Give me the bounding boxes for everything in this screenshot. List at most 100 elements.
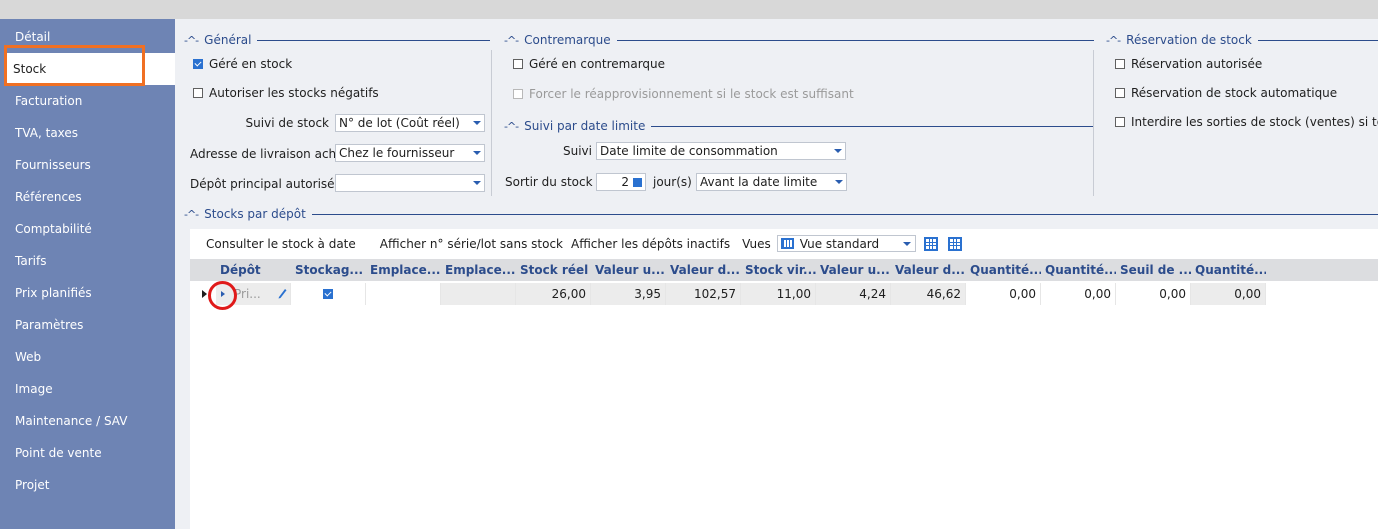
view-settings-icon[interactable] [923, 236, 938, 251]
vues-select[interactable]: Vue standard [776, 235, 916, 252]
gere-en-stock-checkbox[interactable]: Géré en stock [193, 57, 292, 71]
grid-toolbar: Consulter le stock à date Afficher n° sé… [190, 229, 1378, 258]
suivi-stock-label: Suivi de stock [245, 116, 329, 130]
chevron-down-icon [835, 180, 843, 184]
edit-pencil-icon[interactable] [277, 287, 287, 299]
cell-valeur-d-2[interactable]: 46,62 [891, 283, 966, 305]
cell-emplacement-2[interactable] [441, 283, 516, 305]
view-layout-icon[interactable] [947, 236, 962, 251]
sidebar-item-fournisseurs[interactable]: Fournisseurs [0, 149, 175, 181]
cell-seuil[interactable]: 0,00 [1116, 283, 1191, 305]
column-header[interactable]: Emplace... [441, 259, 516, 281]
consulter-stock-button[interactable]: Consulter le stock à date [206, 237, 356, 251]
checkbox-disabled-icon [513, 89, 523, 99]
column-header[interactable]: Stockag... [291, 259, 366, 281]
stocks-grid-panel: Consulter le stock à date Afficher n° sé… [190, 229, 1378, 529]
vues-label: Vues [742, 236, 771, 251]
sidebar: Détail Stock Facturation TVA, taxes Four… [0, 19, 175, 529]
cell-valeur-d-1[interactable]: 102,57 [666, 283, 741, 305]
cell-quantite-2[interactable]: 0,00 [1041, 283, 1116, 305]
collapse-chevron-icon[interactable]: -^- [184, 208, 199, 221]
section-suivi-date-header[interactable]: -^- Suivi par date limite [504, 119, 1094, 133]
sidebar-item-projet[interactable]: Projet [0, 469, 175, 501]
collapse-chevron-icon[interactable]: -^- [1106, 34, 1121, 47]
sidebar-item-image[interactable]: Image [0, 373, 175, 405]
column-header[interactable]: Quantité... [966, 259, 1041, 281]
sidebar-item-maintenance[interactable]: Maintenance / SAV [0, 405, 175, 437]
cell-valeur-u-1[interactable]: 3,95 [591, 283, 666, 305]
column-header[interactable]: Valeur d... [891, 259, 966, 281]
column-header[interactable]: Dépôt [216, 259, 291, 281]
sidebar-item-stock[interactable]: Stock [5, 53, 175, 85]
suivi-stock-select[interactable]: N° de lot (Coût réel) [335, 114, 485, 132]
reservation-autorisee-checkbox[interactable]: Réservation autorisée [1115, 57, 1262, 71]
section-contremarque-header[interactable]: -^- Contremarque [504, 33, 1094, 47]
highlight-circle-annotation [208, 281, 237, 310]
cell-stock-reel[interactable]: 26,00 [516, 283, 591, 305]
sidebar-item-references[interactable]: Références [0, 181, 175, 213]
collapse-chevron-icon[interactable]: -^- [504, 120, 519, 133]
column-header[interactable]: Seuil de ... [1116, 259, 1191, 281]
section-general-title: Général [204, 33, 252, 47]
collapse-chevron-icon[interactable]: -^- [184, 34, 199, 47]
forcer-reappro-checkbox: Forcer le réapprovisionnement si le stoc… [513, 87, 854, 101]
cell-valeur-u-2[interactable]: 4,24 [816, 283, 891, 305]
checkbox-icon[interactable] [193, 88, 203, 98]
cell-quantite-3[interactable]: 0,00 [1191, 283, 1266, 305]
afficher-inactifs-button[interactable]: Afficher les dépôts inactifs [571, 237, 730, 251]
adresse-livraison-select[interactable]: Chez le fournisseur [335, 144, 485, 162]
stockage-checked-icon[interactable] [323, 289, 333, 299]
cell-stock-virtuel[interactable]: 11,00 [741, 283, 816, 305]
sortir-mode-select[interactable]: Avant la date limite [696, 173, 847, 191]
collapse-chevron-icon[interactable]: -^- [504, 34, 519, 47]
sidebar-item-point-de-vente[interactable]: Point de vente [0, 437, 175, 469]
calculator-icon[interactable] [633, 178, 642, 187]
window-top-bar [0, 0, 1378, 19]
afficher-serie-button[interactable]: Afficher n° série/lot sans stock [380, 237, 563, 251]
column-header[interactable]: Valeur u... [816, 259, 891, 281]
checkbox-icon[interactable] [1115, 59, 1125, 69]
suivi-label: Suivi [563, 144, 592, 158]
sidebar-item-prix-planifies[interactable]: Prix planifiés [0, 277, 175, 309]
checkbox-icon[interactable] [1115, 117, 1125, 127]
jours-unit-label: jour(s) [653, 175, 692, 189]
interdire-sorties-checkbox[interactable]: Interdire les sorties de stock (ventes) … [1115, 115, 1378, 129]
gere-contremarque-checkbox[interactable]: Géré en contremarque [513, 57, 665, 71]
section-general-header[interactable]: -^- Général [184, 33, 490, 47]
adresse-livraison-label: Adresse de livraison achat [190, 147, 349, 161]
checkbox-checked-icon[interactable] [193, 59, 203, 69]
sidebar-item-tva[interactable]: TVA, taxes [0, 117, 175, 149]
column-header[interactable]: Valeur u... [591, 259, 666, 281]
sortir-jours-input[interactable]: 2 [596, 173, 646, 191]
column-header[interactable]: Quantité... [1191, 259, 1266, 281]
sidebar-item-tarifs[interactable]: Tarifs [0, 245, 175, 277]
section-reservation-header[interactable]: -^- Réservation de stock [1106, 33, 1378, 47]
checkbox-icon[interactable] [1115, 88, 1125, 98]
autoriser-negatifs-checkbox[interactable]: Autoriser les stocks négatifs [193, 86, 379, 100]
cell-emplacement-1[interactable] [366, 283, 441, 305]
depot-principal-label: Dépôt principal autorisé [190, 177, 335, 191]
column-header[interactable]: Quantité... [1041, 259, 1116, 281]
chevron-down-icon [902, 242, 911, 246]
sidebar-item-web[interactable]: Web [0, 341, 175, 373]
cell-quantite-1[interactable]: 0,00 [966, 283, 1041, 305]
chevron-down-icon [473, 151, 481, 155]
sidebar-item-parametres[interactable]: Paramètres [0, 309, 175, 341]
chevron-down-icon [473, 121, 481, 125]
sortir-stock-label: Sortir du stock [505, 175, 593, 189]
sidebar-item-facturation[interactable]: Facturation [0, 85, 175, 117]
section-stocks-depot-header[interactable]: -^- Stocks par dépôt [184, 207, 1378, 221]
checkbox-icon[interactable] [513, 59, 523, 69]
chevron-down-icon [473, 181, 481, 185]
grid-header: Dépôt Stockag... Emplace... Emplace... S… [190, 259, 1378, 281]
sidebar-item-comptabilite[interactable]: Comptabilité [0, 213, 175, 245]
column-header[interactable]: Stock réel [516, 259, 591, 281]
column-header[interactable]: Emplace... [366, 259, 441, 281]
suivi-date-select[interactable]: Date limite de consommation [596, 142, 846, 160]
sidebar-item-detail[interactable]: Détail [0, 21, 175, 53]
table-row[interactable]: Pri... 26,00 3,95 102,57 11,00 4,24 46,6… [190, 283, 1266, 305]
column-header[interactable]: Stock vir... [741, 259, 816, 281]
depot-principal-select[interactable] [335, 174, 485, 192]
reservation-auto-checkbox[interactable]: Réservation de stock automatique [1115, 86, 1337, 100]
column-header[interactable]: Valeur d... [666, 259, 741, 281]
